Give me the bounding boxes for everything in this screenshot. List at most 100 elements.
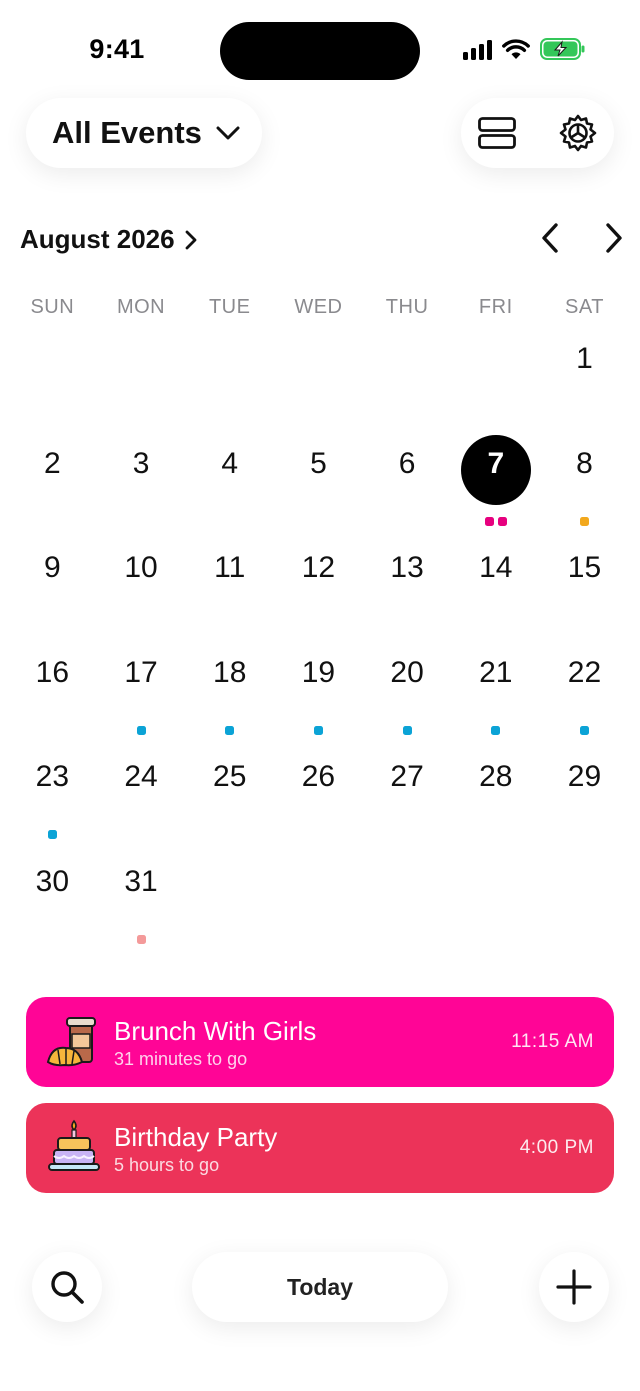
empty-day-cell: [274, 326, 363, 431]
day-number: 3: [132, 446, 150, 480]
search-icon: [51, 1271, 84, 1304]
day-cell[interactable]: 11: [185, 535, 274, 640]
day-cell[interactable]: 7: [451, 431, 540, 536]
day-cell[interactable]: 6: [363, 431, 452, 536]
day-cell[interactable]: 8: [540, 431, 629, 536]
cellular-signal-icon: [463, 38, 492, 60]
day-cell[interactable]: 12: [274, 535, 363, 640]
day-cell[interactable]: 19: [274, 640, 363, 745]
dynamic-island: [220, 22, 420, 80]
day-cell[interactable]: 21: [451, 640, 540, 745]
weekday-label: SUN: [30, 296, 75, 318]
event-dot: [484, 516, 494, 526]
day-cell[interactable]: 23: [8, 744, 97, 849]
day-number: 28: [479, 760, 513, 794]
day-cell[interactable]: 14: [451, 535, 540, 640]
day-cell[interactable]: 3: [97, 431, 186, 536]
month-title-button[interactable]: August 2026: [20, 224, 197, 255]
day-cell[interactable]: 10: [97, 535, 186, 640]
day-number: 26: [301, 760, 336, 794]
status-time: 9:41: [89, 34, 145, 64]
day-number: 7: [487, 446, 505, 480]
plus-icon: [556, 1269, 592, 1305]
day-cell[interactable]: 25: [185, 744, 274, 849]
weekday-label: SAT: [565, 296, 604, 318]
event-dot: [313, 725, 323, 735]
event-time: 11:15 AM: [511, 1031, 594, 1052]
layout-toggle-button[interactable]: [477, 113, 517, 153]
event-dots: [451, 516, 540, 526]
day-number: 4: [221, 446, 239, 480]
today-button[interactable]: Today: [192, 1252, 448, 1322]
day-number: 17: [124, 655, 158, 689]
event-card[interactable]: Brunch With Girls 31 minutes to go 11:15…: [26, 997, 614, 1087]
day-number: 12: [301, 551, 336, 585]
day-cell[interactable]: 18: [185, 640, 274, 745]
day-cell[interactable]: 28: [451, 744, 540, 849]
day-cell[interactable]: 24: [97, 744, 186, 849]
event-dot: [579, 725, 589, 735]
month-navigation: [540, 222, 624, 254]
add-event-button[interactable]: [539, 1252, 609, 1322]
day-cell[interactable]: 27: [363, 744, 452, 849]
day-number: 18: [213, 655, 247, 689]
day-number: 11: [214, 551, 246, 585]
birthday-cake-icon: [42, 1116, 106, 1180]
day-cell[interactable]: 4: [185, 431, 274, 536]
day-cell[interactable]: 17: [97, 640, 186, 745]
day-number: 16: [35, 655, 70, 689]
day-cell[interactable]: 20: [363, 640, 452, 745]
weekday-label: TUE: [208, 296, 251, 318]
event-card[interactable]: Birthday Party 5 hours to go 4:00 PM: [26, 1103, 614, 1193]
day-cell[interactable]: 5: [274, 431, 363, 536]
split-layout-icon: [478, 117, 516, 149]
next-month-button[interactable]: [604, 222, 624, 254]
day-cell[interactable]: 1: [540, 326, 629, 431]
day-cell[interactable]: 26: [274, 744, 363, 849]
event-dots: [97, 934, 186, 944]
event-time: 4:00 PM: [519, 1137, 594, 1158]
day-number: 10: [124, 551, 158, 585]
event-dots: [363, 725, 452, 735]
event-dots: [185, 725, 274, 735]
day-number: 19: [301, 655, 336, 689]
day-number: 5: [310, 446, 327, 480]
day-number: 13: [390, 551, 424, 585]
day-number: 14: [479, 551, 513, 585]
empty-day-cell: [8, 326, 97, 431]
chevron-right-icon: [185, 230, 197, 249]
day-number: 1: [576, 342, 593, 375]
empty-day-cell: [97, 326, 186, 431]
day-cell[interactable]: 30: [8, 849, 97, 954]
coffee-croissant-icon: [42, 1010, 106, 1074]
day-cell[interactable]: 15: [540, 535, 629, 640]
event-title: Birthday Party: [114, 1121, 278, 1152]
day-cell[interactable]: 13: [363, 535, 452, 640]
event-countdown: 31 minutes to go: [114, 1048, 248, 1069]
settings-button[interactable]: [558, 113, 598, 153]
event-dot: [497, 516, 507, 526]
event-dots: [8, 830, 97, 840]
day-number: 8: [576, 446, 593, 480]
chevron-down-icon: [216, 126, 240, 140]
search-button[interactable]: [32, 1252, 102, 1322]
day-cell[interactable]: 29: [540, 744, 629, 849]
event-dot: [579, 516, 589, 526]
event-filter-button[interactable]: All Events: [26, 98, 262, 168]
day-number: 29: [567, 760, 602, 794]
empty-day-cell: [451, 326, 540, 431]
day-cell[interactable]: 2: [8, 431, 97, 536]
event-dot: [225, 725, 235, 735]
event-dots: [274, 725, 363, 735]
previous-month-button[interactable]: [540, 222, 560, 254]
day-cell[interactable]: 9: [8, 535, 97, 640]
weekday-label: WED: [294, 296, 343, 318]
month-title: August 2026: [20, 224, 175, 254]
day-cell[interactable]: 31: [97, 849, 186, 954]
day-cell[interactable]: 22: [540, 640, 629, 745]
day-number: 2: [44, 446, 61, 480]
day-number: 24: [124, 760, 158, 794]
day-cell[interactable]: 16: [8, 640, 97, 745]
day-number: 6: [398, 446, 416, 480]
event-dot: [136, 934, 146, 944]
